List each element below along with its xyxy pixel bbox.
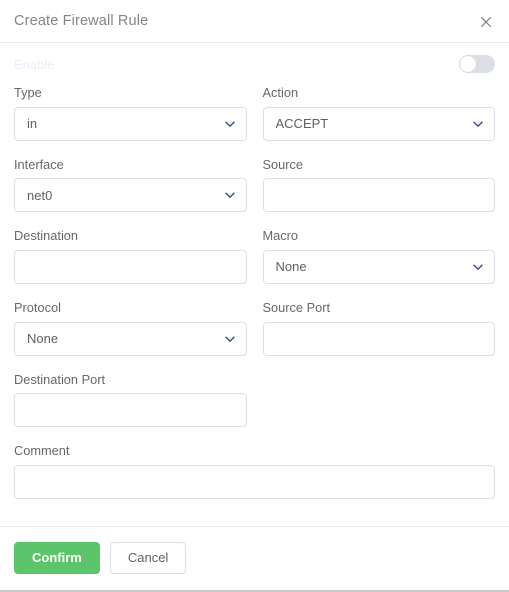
chevron-down-icon	[224, 121, 235, 127]
action-select[interactable]: ACCEPT	[262, 106, 495, 141]
dialog-body: Enable Type in Action ACCEPT Interface n…	[0, 43, 509, 515]
form-row-destination-port: Destination Port	[14, 372, 495, 444]
field-label-action: Action	[262, 85, 299, 100]
field-label-source: Source	[262, 156, 304, 172]
field-label-type: Type	[14, 85, 42, 100]
comment-input[interactable]	[14, 464, 495, 499]
destination-input[interactable]	[14, 249, 247, 284]
field-source: Source	[262, 156, 495, 213]
field-label-destination: Destination	[14, 228, 79, 244]
field-action: Action ACCEPT	[262, 85, 495, 141]
field-macro: Macro None	[262, 228, 495, 284]
field-label-protocol: Protocol	[14, 299, 61, 315]
create-firewall-rule-dialog: Create Firewall Rule Enable Type in Acti…	[0, 0, 509, 592]
source-input[interactable]	[262, 178, 495, 213]
cancel-button[interactable]: Cancel	[109, 541, 187, 574]
field-label-comment: Comment	[14, 443, 70, 459]
field-label-destination-port: Destination Port	[14, 371, 106, 387]
field-label-interface: Interface	[14, 156, 64, 172]
chevron-down-icon	[224, 192, 235, 199]
enable-row: Enable	[14, 43, 495, 85]
field-label-macro: Macro	[262, 228, 299, 244]
source-port-input[interactable]	[262, 321, 495, 356]
field-destination-port: Destination Port	[14, 372, 247, 428]
field-type: Type in	[14, 85, 247, 141]
interface-select[interactable]: net0	[14, 178, 247, 213]
protocol-select[interactable]: None	[14, 321, 247, 356]
close-icon[interactable]	[475, 11, 497, 33]
type-value: in	[27, 117, 38, 131]
macro-select[interactable]: None	[262, 249, 495, 284]
row-spacer	[263, 372, 495, 428]
type-select[interactable]: in	[14, 106, 247, 141]
dialog-footer: Confirm Cancel	[0, 526, 509, 588]
enable-toggle[interactable]	[459, 55, 495, 73]
form-row-destination-macro: Destination Macro None	[14, 228, 495, 300]
field-comment: Comment	[14, 443, 495, 499]
field-destination: Destination	[14, 228, 247, 284]
confirm-button[interactable]: Confirm	[14, 541, 100, 574]
form-row-protocol-sourceport: Protocol None Source Port	[14, 300, 495, 372]
interface-value: net0	[27, 188, 53, 202]
field-interface: Interface net0	[14, 157, 247, 213]
dialog-header: Create Firewall Rule	[0, 0, 509, 43]
field-protocol: Protocol None	[14, 300, 247, 356]
macro-value: None	[275, 260, 307, 274]
page-title: Create Firewall Rule	[14, 12, 149, 29]
form-row-interface-source: Interface net0 Source	[14, 157, 495, 229]
enable-label: Enable	[14, 56, 55, 72]
destination-port-input[interactable]	[14, 393, 247, 428]
action-value: ACCEPT	[275, 117, 329, 131]
field-source-port: Source Port	[262, 299, 495, 356]
form-row-comment: Comment	[14, 443, 495, 515]
toggle-knob	[460, 56, 476, 72]
protocol-value: None	[27, 332, 59, 345]
form-row-type-action: Type in Action ACCEPT	[14, 85, 495, 157]
chevron-down-icon	[473, 121, 483, 127]
field-label-source-port: Source Port	[262, 299, 331, 315]
chevron-down-icon	[473, 264, 483, 270]
chevron-down-icon	[224, 336, 235, 342]
